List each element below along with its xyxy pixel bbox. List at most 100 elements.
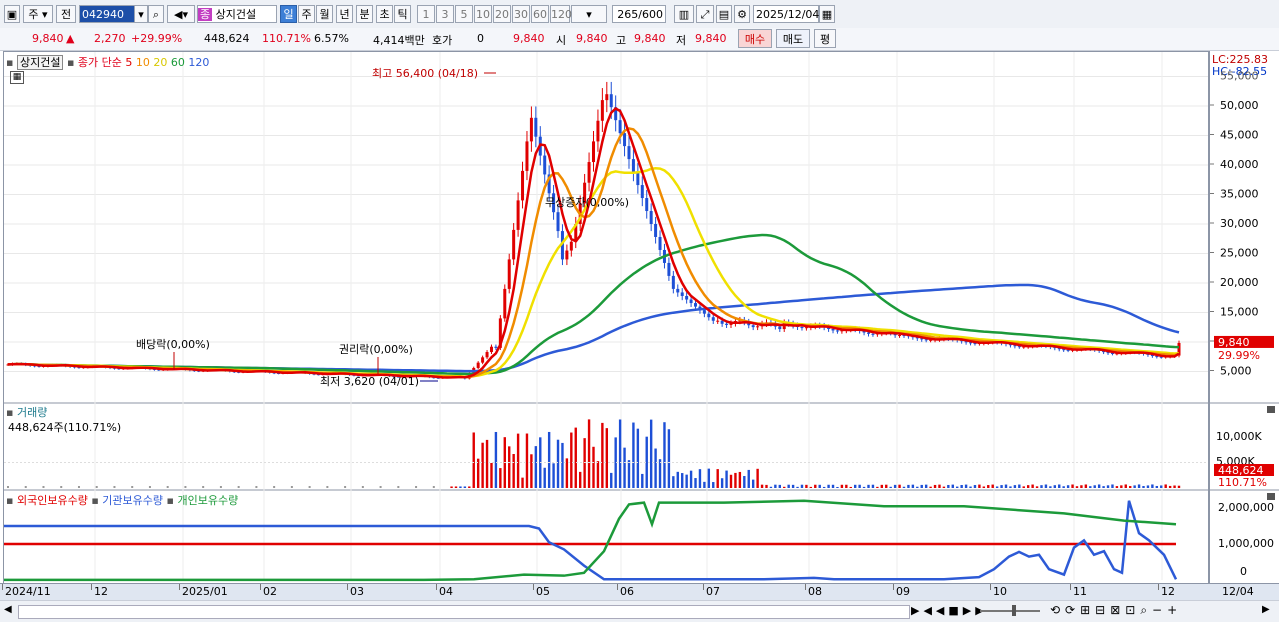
x-axis-tick-mark — [703, 584, 704, 590]
volume-bar — [618, 419, 622, 488]
buy-button[interactable]: 매수 — [738, 29, 772, 48]
prev-button[interactable]: 전 — [56, 5, 76, 23]
interval-button-30[interactable]: 30 — [512, 5, 530, 23]
price-candle — [627, 146, 631, 160]
volume-bar — [716, 469, 719, 488]
price-axis-tick: 15,000 — [1220, 306, 1259, 319]
period-tab-6[interactable]: 틱 — [394, 5, 411, 23]
volume-bar — [570, 432, 573, 488]
interval-select[interactable]: ▾ — [571, 5, 607, 23]
flat-button[interactable]: 평 — [814, 29, 836, 48]
volume-bar — [769, 486, 773, 488]
price-candle — [507, 259, 511, 289]
x-axis-tick: 04 — [439, 585, 453, 598]
candle-count[interactable]: 265/600 — [612, 5, 666, 23]
interval-button-20[interactable]: 20 — [493, 5, 511, 23]
holding-axis-tick: 2,000,000 — [1218, 501, 1274, 514]
candle-type-icon[interactable]: ▥ — [674, 5, 694, 23]
individual-holding-line — [4, 499, 1177, 582]
volume-bar — [725, 470, 728, 488]
search-icon[interactable]: ⌕ — [148, 5, 164, 23]
volume-bar — [649, 419, 653, 488]
interval-button-10[interactable]: 10 — [474, 5, 492, 23]
volume-bar — [720, 478, 724, 488]
date-input[interactable]: 2025/12/04 — [753, 5, 819, 23]
volume-bar — [459, 486, 462, 488]
open-price: 9,840 — [576, 32, 608, 45]
price-axis[interactable]: LC:225.83 HC:-82.55 50,000 45,000 40,000 35,0… — [1209, 51, 1279, 598]
turnover-rate: 6.57% — [314, 32, 349, 45]
volume-bar — [379, 486, 382, 488]
price-candle — [489, 346, 493, 353]
period-tab-0[interactable]: 일 — [280, 5, 297, 23]
price-candle — [525, 141, 529, 171]
interval-button-60[interactable]: 60 — [531, 5, 549, 23]
volume-bar — [814, 484, 817, 488]
chevron-down-icon[interactable]: ▾ — [134, 5, 148, 23]
sell-button[interactable]: 매도 — [776, 29, 810, 48]
volume-bar — [885, 484, 888, 488]
volume-bar — [938, 484, 941, 488]
volume-bar — [1044, 484, 1048, 488]
price-axis-tick: 35,000 — [1220, 188, 1259, 201]
market-select[interactable]: 주 ▾ — [23, 5, 53, 23]
interval-button-1[interactable]: 1 — [417, 5, 435, 23]
price-candle — [694, 303, 698, 307]
period-tab-4[interactable]: 분 — [356, 5, 373, 23]
interval-button-3[interactable]: 3 — [436, 5, 454, 23]
interval-button-120[interactable]: 120 — [550, 5, 572, 23]
period-tab-5[interactable]: 초 — [376, 5, 393, 23]
volume-bar — [1146, 485, 1150, 488]
volume-title[interactable]: 거래량 — [17, 406, 47, 419]
date-axis[interactable]: 2024/11 12 2025/01 02 03 04 05 06 07 08 09 10 11 12 1… — [0, 583, 1279, 600]
speaker-icon[interactable]: ◀▾ — [167, 5, 195, 23]
volume-bar — [601, 422, 604, 488]
window-menu-icon[interactable]: ▣ — [4, 5, 20, 23]
stock-name-box[interactable]: 종 상지건설 — [197, 5, 277, 23]
volume-bar — [1160, 485, 1163, 488]
volume-bar — [1080, 485, 1083, 488]
scroll-right-icon[interactable]: ▶ — [1262, 604, 1270, 615]
volume-bar — [255, 486, 258, 488]
foreign-holding-legend[interactable]: 외국인보유수량 — [17, 494, 88, 507]
zoom-slider-handle[interactable] — [1012, 605, 1016, 616]
volume-bar — [499, 468, 502, 488]
volume-bar — [1075, 486, 1079, 488]
period-tab-1[interactable]: 주 — [298, 5, 315, 23]
scroll-left-icon[interactable]: ◀ — [4, 604, 16, 618]
draw-tools-icon[interactable]: ⤢ — [696, 5, 714, 23]
period-tab-3[interactable]: 년 — [336, 5, 353, 23]
calendar-icon[interactable]: ▦ — [819, 5, 835, 23]
price-candle — [671, 275, 675, 289]
x-axis-last-date: 12/04 — [1222, 585, 1254, 598]
playback-controls[interactable]: ▶◀◀■▶▶ — [911, 604, 988, 617]
individual-holding-legend[interactable]: 개인보유수량 — [177, 494, 238, 507]
period-tab-2[interactable]: 월 — [316, 5, 333, 23]
zoom-slider[interactable] — [980, 610, 1040, 612]
table-toggle-icon[interactable]: ▦ — [10, 71, 24, 84]
volume-bar — [42, 486, 45, 488]
volume-bar — [1066, 485, 1070, 488]
price-candle — [640, 185, 644, 199]
chart-tools[interactable]: ⟲⟳⊞⊟⊠⊡⌕−+ — [1050, 603, 1182, 618]
gear-icon[interactable]: ⚙ — [734, 5, 750, 23]
chart-area[interactable]: 최고 56,400 (04/18) 최저 3,620 (04/01) 배당락(0,0… — [3, 51, 1209, 598]
ma-legend-label[interactable]: 종가 단순 — [78, 56, 122, 69]
volume-bar — [694, 478, 697, 488]
x-axis-tick-mark — [533, 584, 534, 590]
x-axis-tick: 10 — [993, 585, 1007, 598]
stock-name-tag[interactable]: 상지건설 — [16, 55, 64, 70]
volume-bar — [916, 486, 919, 488]
scroll-bar[interactable]: ◀ ▶◀◀■▶▶ ⟲⟳⊞⊟⊠⊡⌕−+ ▶ — [0, 600, 1279, 622]
volume-bar — [1004, 484, 1008, 488]
x-axis-tick-mark — [91, 584, 92, 590]
save-icon[interactable]: ▤ — [716, 5, 732, 23]
interval-button-5[interactable]: 5 — [455, 5, 473, 23]
hoga-label: 호가 — [432, 34, 453, 47]
volume-bar — [712, 482, 715, 488]
legend-bullet-icon: ▪ — [6, 56, 14, 69]
legend-bullet-icon: ▪ — [166, 494, 174, 507]
scroll-track[interactable] — [18, 605, 910, 619]
stock-code-input[interactable]: 042940 — [79, 5, 135, 23]
institution-holding-legend[interactable]: 기관보유수량 — [102, 494, 163, 507]
